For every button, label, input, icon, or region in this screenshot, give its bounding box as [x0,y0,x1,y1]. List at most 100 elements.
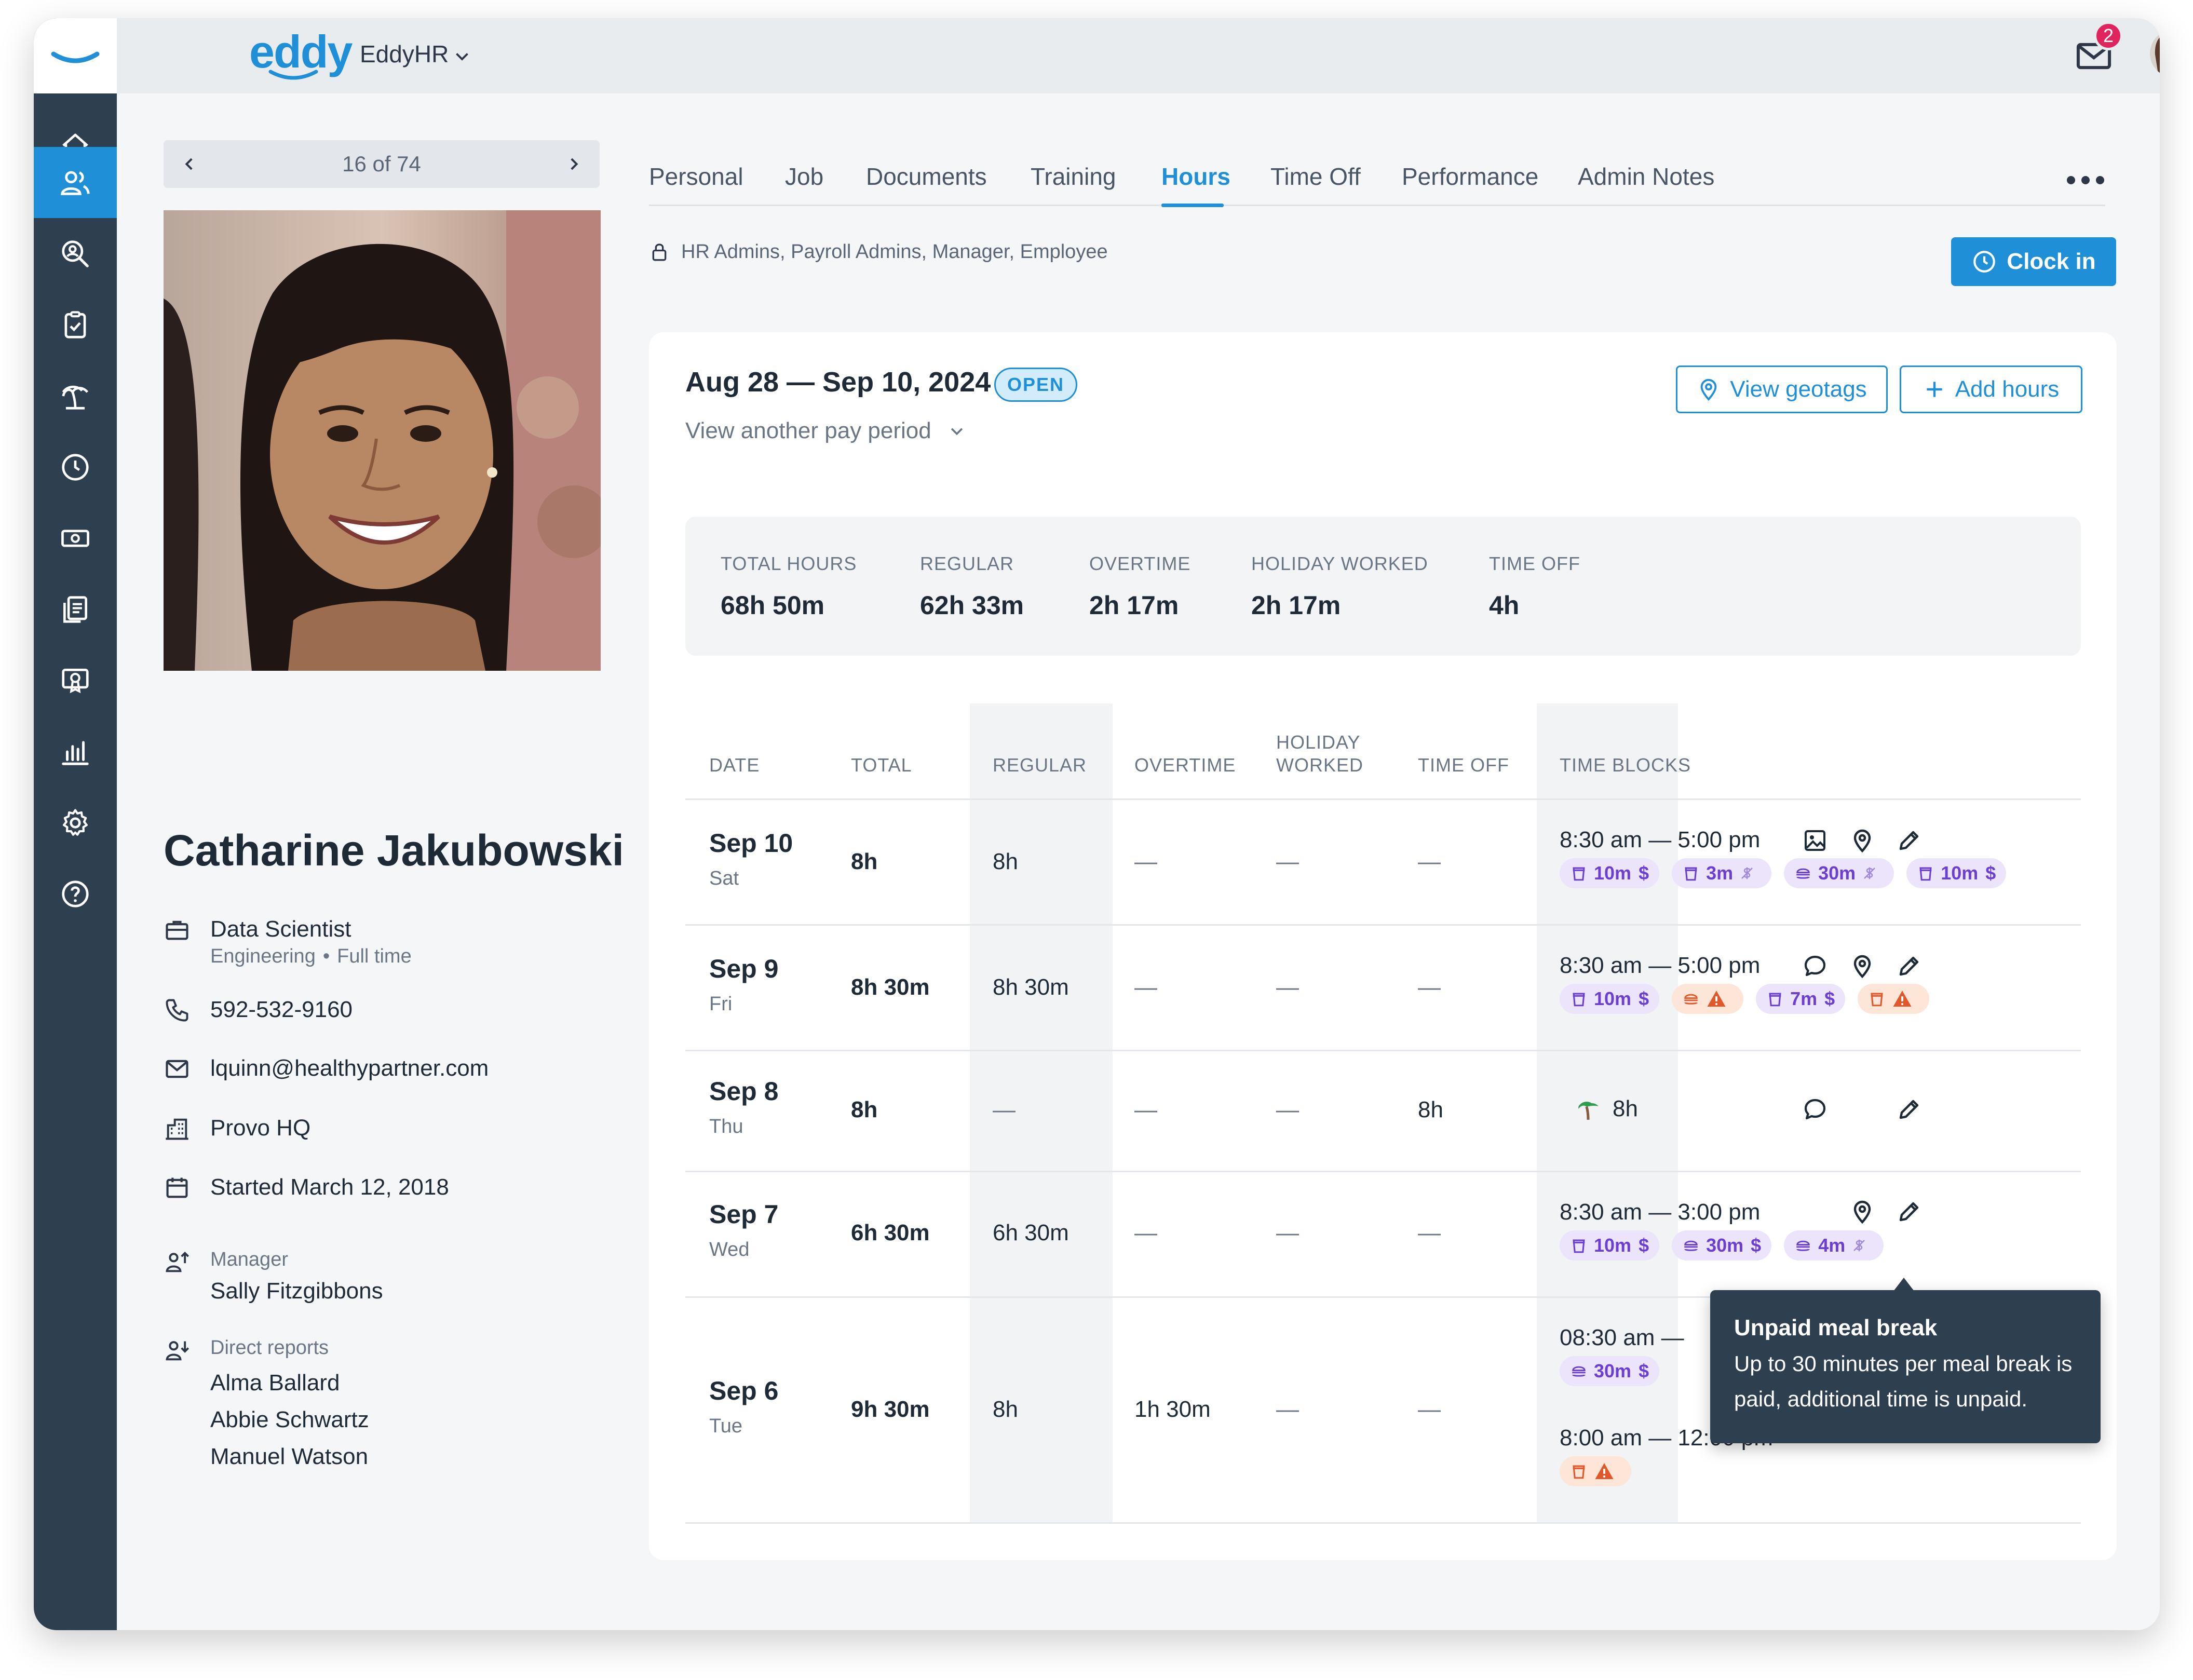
view-geotags-button[interactable]: View geotags [1676,365,1888,413]
app-window: eddy EddyHR 2 16 of 74 Catharine Jakubow… [34,18,2160,1630]
coffee-cup-icon [1573,867,1585,881]
break-chip[interactable]: 30m [1784,858,1894,888]
app-logo-icon[interactable] [34,18,117,93]
phone-link[interactable]: 592-532-9160 [210,997,353,1024]
table-row-date[interactable]: Sep 8 Thu [709,1076,778,1138]
add-hours-label: Add hours [1955,376,2060,402]
comment-icon[interactable] [1803,1097,1828,1122]
time-block-range[interactable]: 08:30 am — [1560,1325,1684,1351]
break-warning-chip[interactable] [1672,984,1744,1014]
time-off-block[interactable]: 8h [1575,1096,1638,1122]
tooltip-title: Unpaid meal break [1734,1315,1938,1340]
sidebar-item-training[interactable] [34,645,117,716]
paid-indicator: $ [1639,988,1649,1009]
email-link[interactable]: lquinn@healthypartner.com [210,1055,489,1082]
table-row-date[interactable]: Sep 9 Fri [709,954,778,1015]
row-holiday: — [1276,974,1299,1000]
break-chip[interactable]: 30m $ [1672,1230,1772,1261]
table-row-date[interactable]: Sep 6 Tue [709,1376,778,1438]
edit-pencil-icon[interactable] [1897,828,1921,853]
tab-personal[interactable]: Personal [649,162,743,191]
tooltip-arrow [1893,1278,1914,1291]
tab-documents[interactable]: Documents [866,162,987,191]
col-header-holiday[interactable]: HOLIDAY [1276,730,1360,754]
sidebar-item-recruiting[interactable] [34,218,117,289]
col-header-time-off[interactable]: TIME OFF [1418,753,1509,777]
direct-reports-label: Direct reports [210,1337,329,1359]
comment-icon[interactable] [1803,954,1828,979]
break-chip[interactable]: 30m $ [1560,1356,1660,1386]
sidebar-item-settings[interactable] [34,787,117,858]
start-date: Started March 12, 2018 [210,1174,449,1200]
summary-value: 2h 17m [1089,591,1179,620]
bar-chart-icon [62,740,89,765]
pay-period-select[interactable]: View another pay period [685,418,966,444]
col-header-time-blocks[interactable]: TIME BLOCKS [1560,753,1691,777]
edit-pencil-icon[interactable] [1897,954,1921,979]
pay-period-range: Aug 28 — Sep 10, 2024 [685,367,991,398]
break-chip[interactable]: 10m $ [1560,984,1660,1014]
edit-pencil-icon[interactable] [1897,1199,1921,1224]
phone-info: 592-532-9160 [164,997,353,1024]
add-hours-button[interactable]: Add hours [1900,365,2082,413]
sidebar-item-help[interactable] [34,858,117,929]
map-pin-icon[interactable] [1850,954,1875,979]
edit-pencil-icon[interactable] [1897,1097,1921,1122]
break-warning-chip[interactable] [1560,1456,1631,1486]
col-header-date[interactable]: DATE [709,753,760,777]
tab-job[interactable]: Job [785,162,823,191]
col-header-holiday-worked[interactable]: WORKED [1276,753,1363,777]
break-chip[interactable]: 10m $ [1906,858,2007,888]
summary-value: 2h 17m [1251,591,1341,620]
user-avatar[interactable] [2148,28,2160,79]
tab-training[interactable]: Training [1031,162,1116,191]
sidebar-item-time[interactable] [34,431,117,503]
map-pin-icon[interactable] [1850,1199,1875,1224]
next-employee-button[interactable] [563,148,584,180]
map-pin-icon[interactable] [1850,828,1875,853]
time-block-range[interactable]: 8:30 am — 5:00 pm [1560,827,1760,853]
col-header-overtime[interactable]: OVERTIME [1134,753,1236,777]
phone-icon [166,999,188,1022]
tab-admin-notes[interactable]: Admin Notes [1578,162,1714,191]
clock-in-button[interactable]: Clock in [1951,237,2116,286]
break-chip[interactable]: 10m $ [1560,858,1660,888]
direct-report[interactable]: Abbie Schwartz [210,1401,369,1438]
paid-indicator: $ [1639,1235,1649,1256]
time-block-range[interactable]: 8:30 am — 3:00 pm [1560,1199,1760,1225]
direct-report[interactable]: Alma Ballard [210,1364,369,1401]
sidebar-item-tasks[interactable] [34,289,117,360]
direct-report[interactable]: Manuel Watson [210,1438,369,1475]
summary-holiday: HOLIDAY WORKED 2h 17m [1251,553,1428,620]
tab-hours[interactable]: Hours [1161,162,1230,191]
table-row-date[interactable]: Sep 7 Wed [709,1199,778,1261]
break-chip[interactable]: 7m $ [1756,984,1846,1014]
manager-link[interactable]: Sally Fitzgibbons [210,1278,383,1304]
sidebar-item-analytics[interactable] [34,716,117,787]
time-block-range[interactable]: 8:30 am — 5:00 pm [1560,953,1760,979]
unpaid-icon [1741,867,1753,879]
row-holiday: — [1276,1097,1299,1122]
summary-label: HOLIDAY WORKED [1251,553,1428,574]
previous-employee-button[interactable] [179,148,200,180]
image-icon[interactable] [1803,828,1828,853]
sidebar-item-people[interactable] [34,147,117,218]
coffee-cup-icon [1573,1465,1585,1479]
more-options-icon[interactable] [2066,174,2105,186]
chevron-down-icon[interactable] [453,47,471,65]
sidebar-item-reports[interactable] [34,574,117,645]
table-row-date[interactable]: Sep 10 Sat [709,828,793,890]
gear-icon [62,808,88,836]
break-chip[interactable]: 10m $ [1560,1230,1660,1261]
sidebar-item-time-off[interactable] [34,360,117,431]
break-chip[interactable]: 3m [1672,858,1772,888]
col-header-total[interactable]: TOTAL [851,753,912,777]
tab-performance[interactable]: Performance [1402,162,1538,191]
mail-count-badge: 2 [2094,21,2123,50]
tab-time-off[interactable]: Time Off [1270,162,1361,191]
col-header-regular[interactable]: REGULAR [993,753,1087,777]
break-warning-chip[interactable] [1858,984,1930,1014]
sidebar-item-payroll[interactable] [34,503,117,574]
org-switcher[interactable]: EddyHR [360,40,449,68]
break-chip[interactable]: 4m [1784,1230,1884,1261]
